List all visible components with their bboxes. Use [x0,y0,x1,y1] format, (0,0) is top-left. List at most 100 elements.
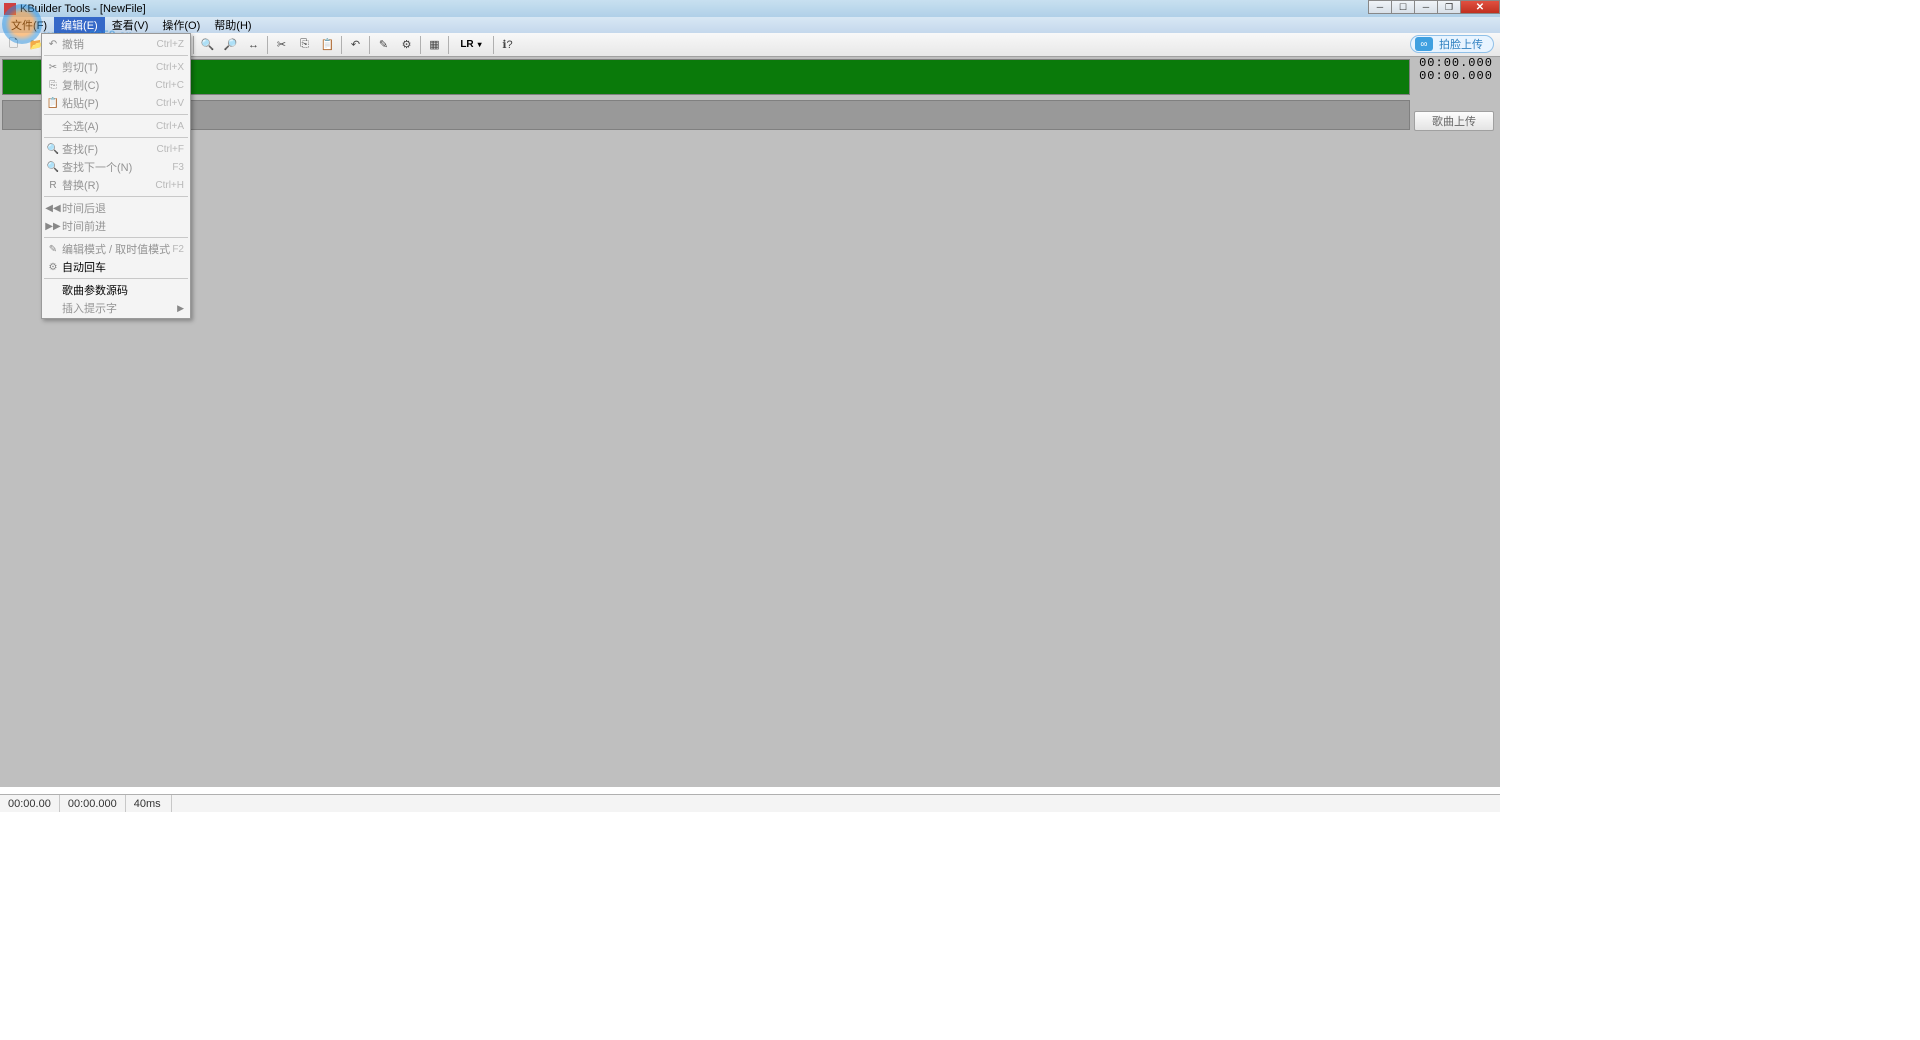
menu-item-icon: ✎ [44,244,62,255]
menu-item: 📋粘贴(P)Ctrl+V [42,94,190,112]
window-title: KBuilder Tools - [NewFile] [20,3,146,15]
main-workarea: 00:00.000 00:00.000 歌曲上传 [0,57,1500,787]
tb-lr-dropdown[interactable]: LR [451,35,491,55]
menu-item: ✎编辑模式 / 取时值模式F2 [42,240,190,258]
close-button[interactable] [1460,0,1500,14]
menu-item-shortcut: Ctrl+F [157,144,185,155]
menu-item-icon: 🔍 [44,144,62,155]
tb-new-icon[interactable]: 🗋 [2,35,25,55]
menu-separator [44,114,188,115]
menu-item-label: 查找下一个(N) [62,159,172,175]
menu-item: ✂剪切(T)Ctrl+X [42,58,190,76]
menu-item-icon: ◀◀ [44,203,62,214]
cloud-icon: ∞ [1415,37,1433,51]
title-bar: KBuilder Tools - [NewFile] ─ ☐ ─ ❐ [0,0,1500,17]
menu-item: 插入提示字▶ [42,299,190,317]
menu-item-shortcut: Ctrl+C [155,80,184,91]
tb-search-next-icon[interactable]: 🔎 [219,35,242,55]
menu-item-icon: ✂ [44,62,62,73]
menu-separator [44,237,188,238]
menu-item-shortcut: Ctrl+A [156,121,184,132]
tb-code-icon[interactable]: ▦ [423,35,446,55]
menu-item-label: 自动回车 [62,259,184,275]
menu-item-label: 剪切(T) [62,59,156,75]
upload-pill-button[interactable]: ∞ 拍脸上传 [1410,35,1494,53]
maximize-button[interactable]: ☐ [1391,0,1415,14]
separator [420,36,421,54]
tb-undo-icon[interactable]: ↶ [344,35,367,55]
tb-search-icon[interactable]: 🔍 [196,35,219,55]
app-icon [4,3,16,15]
toolbar: 🗋 📂 💾 ≪ ≫ ⇤ ▶ ■ 🔍 🔎 ↔ ✂ ⎘ 📋 ↶ ✎ ⚙ ▦ LR ℹ… [0,33,1500,57]
menu-item-label: 查找(F) [62,141,157,157]
menu-edit[interactable]: 编辑(E) [54,16,105,34]
menu-bar: 文件(F) 编辑(E) 查看(V) 操作(O) 帮助(H) [0,17,1500,33]
menu-item[interactable]: 歌曲参数源码 [42,281,190,299]
mdi-restore-button[interactable]: ❐ [1437,0,1461,14]
tb-copy-icon[interactable]: ⎘ [293,35,316,55]
menu-item-shortcut: Ctrl+Z [157,39,185,50]
menu-item: ◀◀时间后退 [42,199,190,217]
status-bar: 00:00.00 00:00.000 40ms [0,794,1500,812]
menu-item-shortcut: F3 [172,162,184,173]
menu-item[interactable]: ⚙自动回车 [42,258,190,276]
separator [267,36,268,54]
menu-separator [44,55,188,56]
menu-item: ⎘复制(C)Ctrl+C [42,76,190,94]
menu-item: 🔍查找(F)Ctrl+F [42,140,190,158]
separator [369,36,370,54]
tb-paste-icon[interactable]: 📋 [316,35,339,55]
menu-item-shortcut: F2 [172,244,184,255]
menu-help[interactable]: 帮助(H) [207,16,258,34]
menu-item-shortcut: Ctrl+X [156,62,184,73]
menu-item: ↶撤销Ctrl+Z [42,35,190,53]
menu-item-icon: ⎘ [44,80,62,91]
tb-help-icon[interactable]: ℹ? [496,35,519,55]
menu-view[interactable]: 查看(V) [105,16,156,34]
menu-item: 🔍查找下一个(N)F3 [42,158,190,176]
menu-item-shortcut: Ctrl+H [155,180,184,191]
window-buttons: ─ ☐ ─ ❐ [1369,0,1500,14]
menu-item-icon: ↶ [44,39,62,50]
menu-item-label: 时间前进 [62,218,184,234]
menu-item-label: 撤销 [62,36,157,52]
menu-separator [44,137,188,138]
menu-item-label: 全选(A) [62,118,156,134]
menu-file[interactable]: 文件(F) [4,16,54,34]
tb-replace-icon[interactable]: ↔ [242,35,265,55]
track-channel-2[interactable] [2,100,1410,130]
status-time-2: 00:00.000 [60,795,126,812]
menu-item: ▶▶时间前进 [42,217,190,235]
menu-item-label: 时间后退 [62,200,184,216]
menu-item-label: 插入提示字 [62,300,177,316]
status-latency: 40ms [126,795,172,812]
menu-item-icon: 📋 [44,98,62,109]
tb-mode-icon[interactable]: ✎ [372,35,395,55]
right-panel: 00:00.000 00:00.000 歌曲上传 [1414,57,1498,131]
separator [341,36,342,54]
mdi-minimize-button[interactable]: ─ [1414,0,1438,14]
tb-auto-icon[interactable]: ⚙ [395,35,418,55]
menu-item-icon: R [44,180,62,191]
menu-item-label: 替换(R) [62,177,155,193]
menu-item-label: 编辑模式 / 取时值模式 [62,241,172,257]
menu-separator [44,196,188,197]
menu-item-icon: ⚙ [44,262,62,273]
submenu-arrow-icon: ▶ [177,303,184,314]
menu-item-icon: ▶▶ [44,221,62,232]
tb-cut-icon[interactable]: ✂ [270,35,293,55]
edit-menu-dropdown: ↶撤销Ctrl+Z✂剪切(T)Ctrl+X⎘复制(C)Ctrl+C📋粘贴(P)C… [41,33,191,319]
menu-item: R替换(R)Ctrl+H [42,176,190,194]
upload-pill-label: 拍脸上传 [1439,36,1483,52]
timecode-2: 00:00.000 [1414,70,1498,83]
menu-item-label: 歌曲参数源码 [62,282,184,298]
menu-operate[interactable]: 操作(O) [155,16,207,34]
menu-item: 全选(A)Ctrl+A [42,117,190,135]
separator [448,36,449,54]
menu-item-shortcut: Ctrl+V [156,98,184,109]
status-time-1: 00:00.00 [0,795,60,812]
menu-item-label: 粘贴(P) [62,95,156,111]
song-upload-button[interactable]: 歌曲上传 [1414,111,1494,131]
minimize-button[interactable]: ─ [1368,0,1392,14]
track-channel-1[interactable] [2,59,1410,95]
